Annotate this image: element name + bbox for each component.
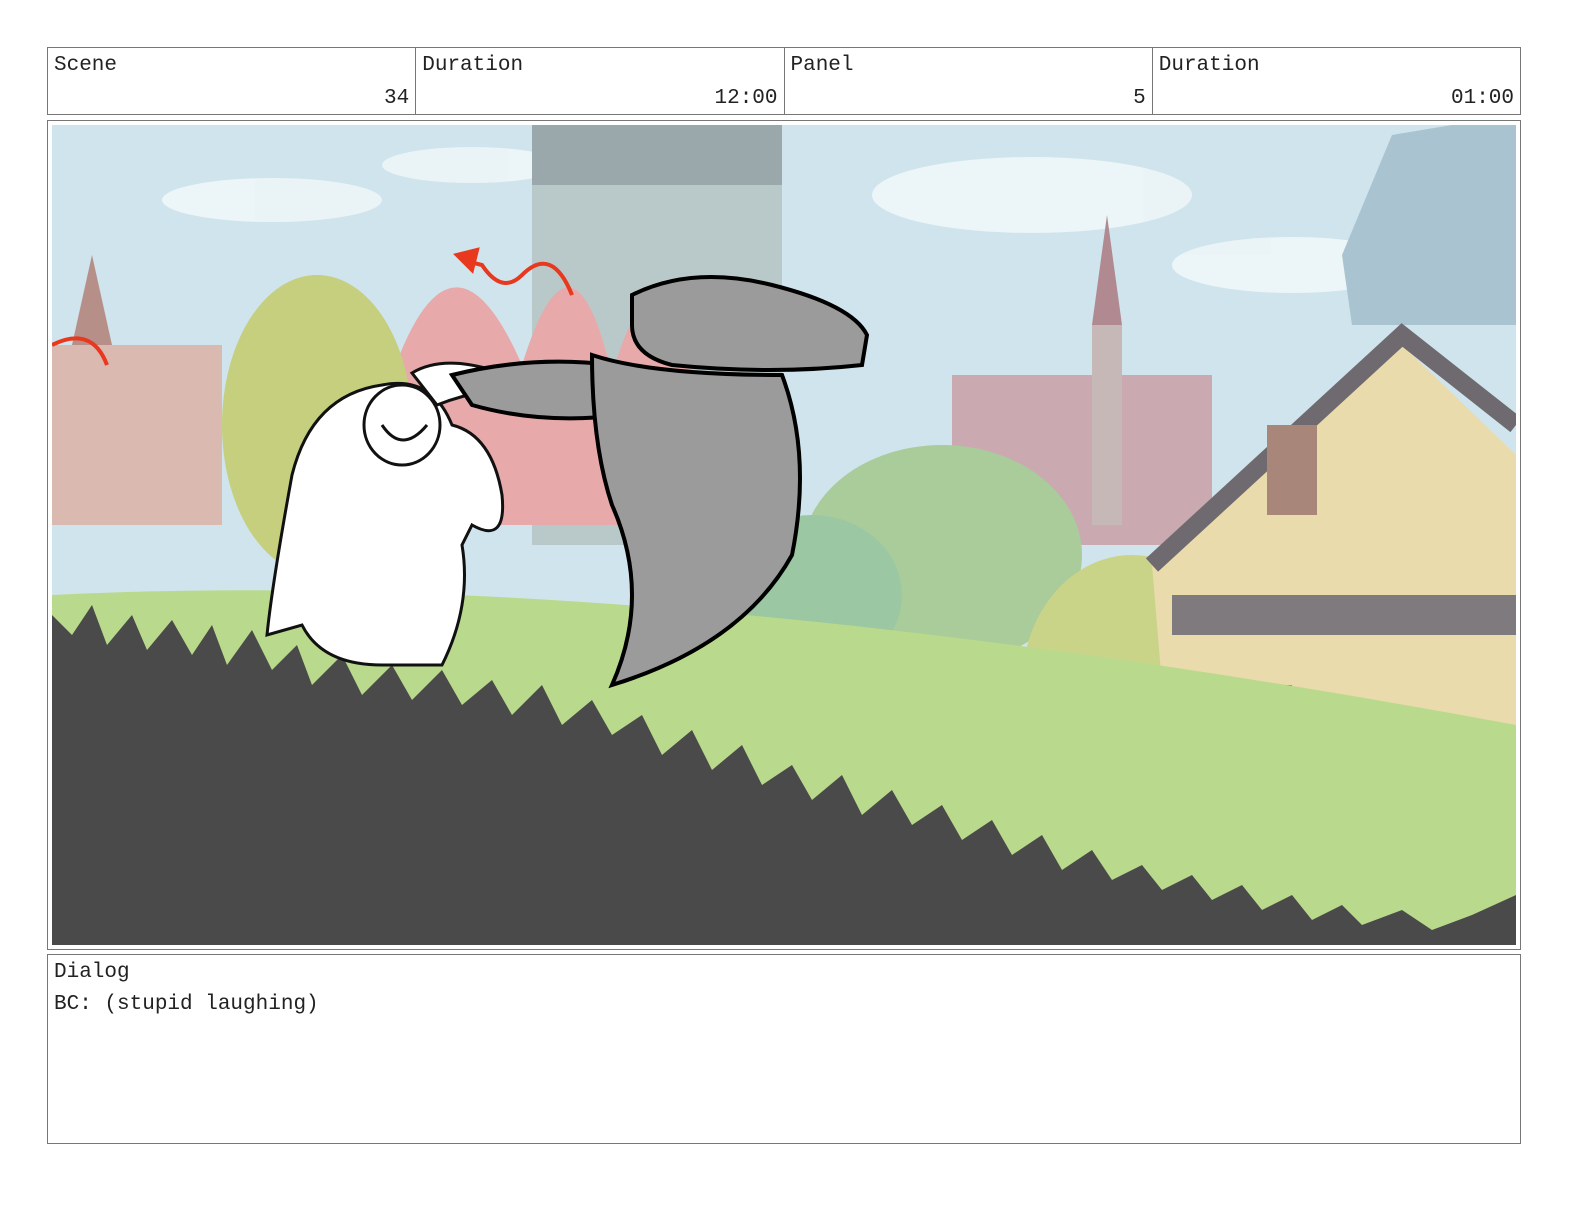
scene-duration-cell: Duration 12:00: [416, 48, 785, 114]
panel-duration-label: Duration: [1158, 54, 1260, 77]
scene-cell: Scene 34: [48, 48, 417, 114]
scene-duration-value: 12:00: [714, 87, 778, 110]
scene-label: Scene: [54, 54, 118, 77]
scene-duration-label: Duration: [422, 54, 524, 77]
dialog-label: Dialog: [54, 961, 130, 984]
dialog-box: Dialog BC: (stupid laughing): [47, 954, 1521, 1144]
panel-value: 5: [1133, 87, 1146, 110]
dialog-text: BC: (stupid laughing): [54, 993, 319, 1016]
storyboard-frame: [47, 120, 1521, 950]
panel-info-header: Scene 34 Duration 12:00 Panel 5 Duration…: [47, 47, 1521, 115]
panel-label: Panel: [790, 54, 854, 77]
panel-duration-value: 01:00: [1450, 87, 1514, 110]
scene-value: 34: [384, 87, 410, 110]
panel-duration-cell: Duration 01:00: [1153, 48, 1520, 114]
panel-cell: Panel 5: [785, 48, 1153, 114]
storyboard-drawing: [52, 125, 1516, 945]
